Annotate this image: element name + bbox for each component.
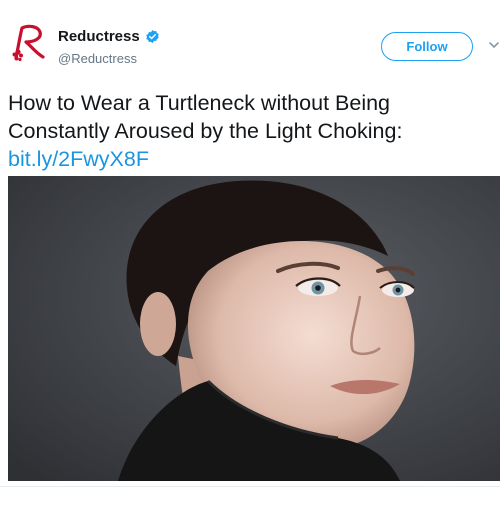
tweet-photo[interactable] (8, 176, 500, 481)
portrait-photo (8, 176, 500, 481)
display-name[interactable]: Reductress (58, 28, 140, 45)
reductress-logo-icon[interactable] (8, 22, 50, 64)
tweet-text: How to Wear a Turtleneck without Being C… (8, 89, 496, 173)
account-name-row[interactable]: Reductress (58, 28, 160, 45)
verified-badge-icon (145, 29, 160, 44)
tweet-text-line-2: Constantly Aroused by the Light Choking: (8, 119, 403, 143)
tweet-link[interactable]: bit.ly/2FwyX8F (8, 145, 496, 173)
divider (0, 486, 500, 487)
follow-button[interactable]: Follow (381, 32, 473, 61)
chevron-down-icon[interactable] (488, 38, 500, 50)
account-handle[interactable]: @Reductress (58, 51, 137, 66)
tweet-header: Reductress @Reductress Follow (0, 0, 500, 80)
tweet-text-line-1: How to Wear a Turtleneck without Being (8, 91, 391, 115)
